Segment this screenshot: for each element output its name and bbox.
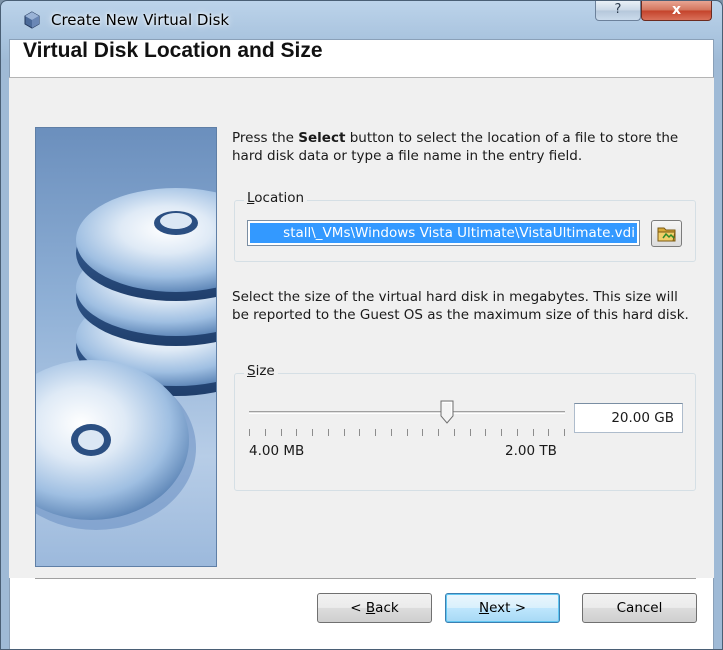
footer-divider (35, 578, 696, 579)
page-title: Virtual Disk Location and Size (23, 39, 323, 62)
button-accelerator: B (365, 600, 376, 616)
slider-tick (359, 429, 360, 436)
cancel-button[interactable]: Cancel (582, 593, 697, 623)
slider-tick (344, 429, 345, 436)
intro-text-part: Press the (232, 130, 299, 146)
slider-tick (454, 429, 455, 436)
size-max-label: 2.00 TB (505, 443, 557, 459)
slider-tick (548, 429, 549, 436)
wizard-side-image (35, 127, 217, 567)
label-text: ocation (254, 190, 305, 206)
back-button[interactable]: < Back (317, 593, 432, 623)
label-text: ize (255, 363, 275, 379)
size-instructions: Select the size of the virtual hard disk… (232, 289, 689, 323)
size-slider-thumb[interactable] (440, 400, 454, 424)
button-text: ack (375, 600, 399, 616)
slider-tick (375, 429, 376, 436)
button-accelerator: N (478, 600, 490, 616)
slider-tick (296, 429, 297, 436)
size-group-label: Size (244, 363, 278, 379)
disk-stack-illustration (36, 188, 216, 530)
slider-tick (328, 429, 329, 436)
label-accelerator: S (247, 363, 256, 379)
slider-tick (422, 429, 423, 436)
slider-tick (564, 429, 565, 436)
location-input-value: stall\_VMs\Windows Vista Ultimate\VistaU… (250, 223, 637, 243)
slider-tick (391, 429, 392, 436)
size-min-label: 4.00 MB (249, 443, 305, 459)
slider-tick (407, 429, 408, 436)
next-button[interactable]: Next > (445, 593, 560, 623)
slider-tick (265, 429, 266, 436)
slider-tick (501, 429, 502, 436)
button-text: ext > (489, 600, 527, 616)
window-title: Create New Virtual Disk (51, 11, 230, 29)
slider-tick (249, 429, 250, 436)
button-text: < (350, 600, 366, 616)
close-button[interactable]: x (641, 1, 712, 21)
virtualbox-icon (24, 11, 40, 29)
size-slider-ticks (249, 429, 565, 437)
slider-tick (485, 429, 486, 436)
size-input[interactable]: 20.00 GB (574, 403, 683, 433)
slider-tick (470, 429, 471, 436)
size-slider-track[interactable] (249, 411, 565, 414)
dialog-window: Create New Virtual Disk ? x Virtual Disk… (0, 0, 723, 650)
folder-icon (657, 227, 676, 242)
slider-tick (281, 429, 282, 436)
slider-tick (312, 429, 313, 436)
select-location-button[interactable] (651, 220, 682, 247)
location-group-label: Location (244, 190, 308, 206)
location-input[interactable]: stall\_VMs\Windows Vista Ultimate\VistaU… (247, 220, 640, 246)
intro-instructions: Press the Select button to select the lo… (232, 129, 692, 165)
slider-tick (533, 429, 534, 436)
intro-emphasis: Select (298, 130, 346, 146)
slider-tick (438, 429, 439, 436)
slider-tick (517, 429, 518, 436)
help-button[interactable]: ? (595, 1, 641, 21)
